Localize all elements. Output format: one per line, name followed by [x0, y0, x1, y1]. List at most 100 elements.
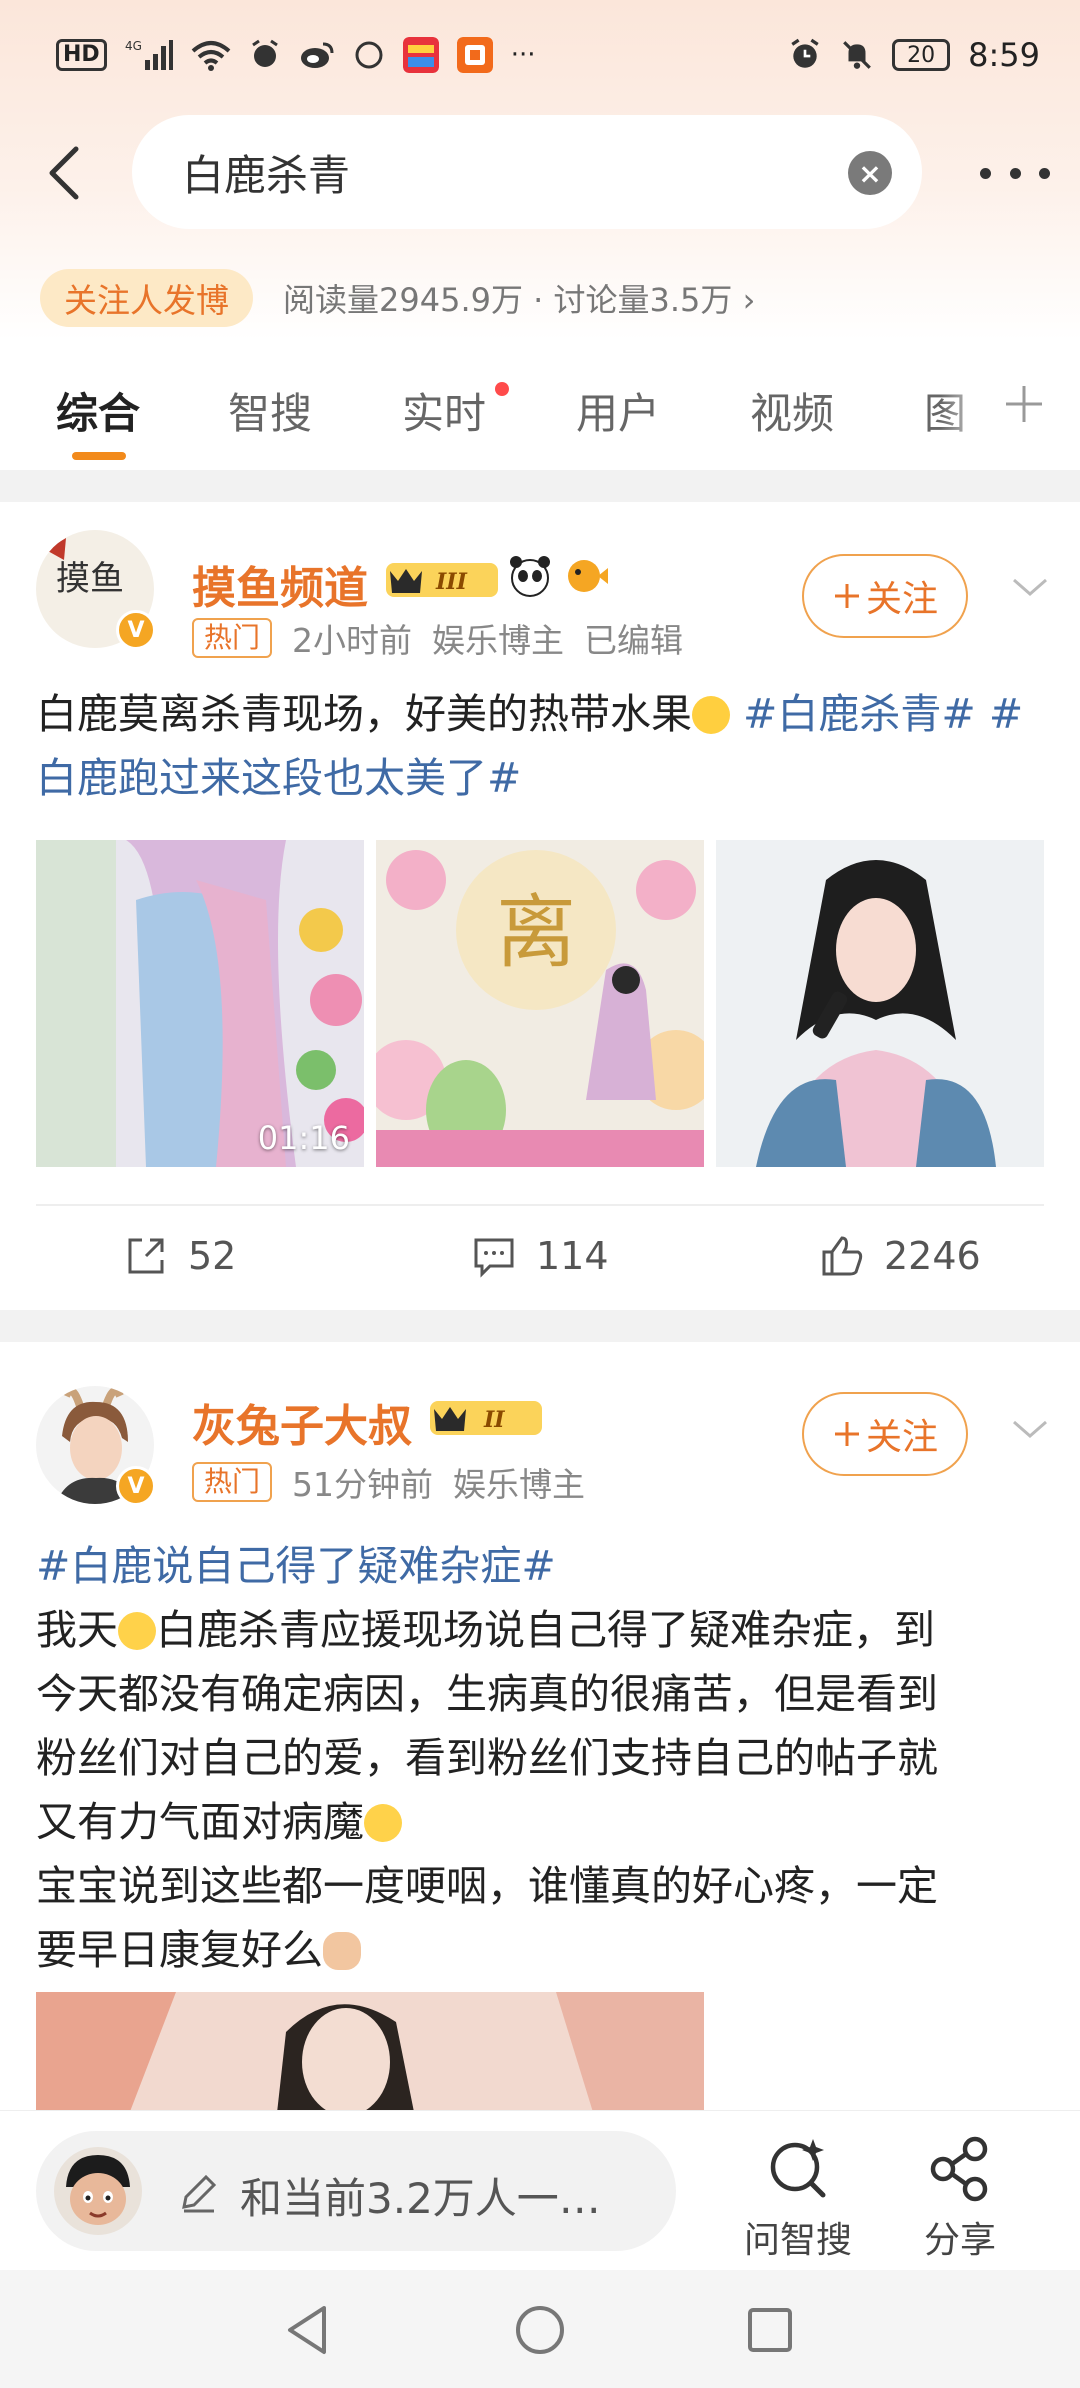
add-tab-icon[interactable] [1002, 382, 1046, 426]
home-circle-icon[interactable] [510, 2300, 570, 2360]
post-time: 2小时前 [292, 621, 413, 660]
alarm-icon [788, 35, 822, 75]
post-card[interactable]: 摸鱼 V 摸鱼频道 III 热门 2小时前 娱乐博主 已编辑 关注 白鹿莫离杀青… [0, 502, 1080, 1310]
hd-icon: HD [56, 39, 107, 71]
thumbs-up-icon [822, 1236, 863, 1276]
search-input[interactable]: 白鹿杀青 × [132, 115, 922, 229]
follow-button[interactable]: 关注 [802, 554, 968, 638]
svg-text:II: II [483, 1407, 505, 1433]
more-options-icon[interactable] [980, 155, 1050, 191]
vip-level-icon: II [428, 1398, 544, 1438]
post-image[interactable]: 离 [376, 840, 704, 1167]
author-role: 娱乐博主 [453, 1465, 586, 1504]
comment-input[interactable]: 和当前3.2万人一… [36, 2131, 676, 2251]
mute-icon [840, 35, 874, 75]
post-line: 我天 白鹿杀青应援现场说自己得了疑难杂症，到 [36, 1606, 935, 1654]
comment-button[interactable]: 114 [470, 1232, 609, 1280]
post-image[interactable] [36, 1992, 704, 2110]
recents-square-icon[interactable] [740, 2300, 800, 2360]
crying-emoji-icon [364, 1804, 402, 1842]
post-meta: 热门 2小时前 娱乐博主 已编辑 [192, 614, 683, 662]
back-triangle-icon[interactable] [278, 2300, 338, 2360]
post-card[interactable]: V 灰兔子大叔 II 热门 51分钟前 娱乐博主 关注 #白鹿说自己得了疑难杂症… [0, 1342, 1080, 2110]
alarm-icon [249, 35, 281, 75]
edited-label: 已编辑 [584, 621, 684, 660]
praying-hands-emoji-icon [323, 1932, 361, 1970]
clear-icon[interactable]: × [848, 151, 892, 195]
section-divider [0, 470, 1080, 502]
svg-text:摸鱼: 摸鱼 [56, 559, 124, 599]
more-dots-icon: ··· [510, 40, 536, 70]
search-query[interactable]: 白鹿杀青 [182, 142, 350, 203]
svg-text:4G: 4G [125, 39, 142, 53]
post-line: 今天都没有确定病因，生病真的很痛苦，但是看到 [36, 1670, 938, 1718]
tab-smart-search[interactable]: 智搜 [228, 380, 312, 441]
topic-stats[interactable]: 阅读量2945.9万 · 讨论量3.5万 › [283, 275, 755, 321]
post-image[interactable] [716, 840, 1044, 1167]
panda-emoji-icon [508, 554, 552, 608]
post-line: 宝宝说到这些都一度哽咽，谁懂真的好心疼，一定 [36, 1862, 938, 1910]
app-icon [402, 35, 439, 75]
share-nodes-icon [930, 2136, 988, 2202]
bottom-action-bar: 和当前3.2万人一… 问智搜 分享 [0, 2110, 1080, 2270]
section-divider [0, 1310, 1080, 1342]
chevron-down-icon[interactable] [1010, 1416, 1050, 1442]
tab-videos[interactable]: 视频 [750, 380, 834, 441]
circle-icon [353, 35, 385, 75]
back-arrow-icon[interactable] [40, 143, 90, 203]
username[interactable]: 摸鱼频道 [192, 552, 368, 616]
plus-icon [834, 584, 859, 608]
tab-comprehensive[interactable]: 综合 [56, 380, 140, 441]
divider [36, 1204, 1044, 1206]
app-icon-2 [456, 35, 493, 75]
vip-level-icon: III [384, 560, 500, 600]
clock: 8:59 [968, 36, 1040, 74]
tab-users[interactable]: 用户 [576, 380, 660, 441]
comment-icon [474, 1238, 514, 1278]
author-role: 娱乐博主 [432, 621, 565, 660]
notification-dot [495, 382, 509, 396]
post-video-thumbnail[interactable]: 01:16 [36, 840, 364, 1167]
crying-emoji-icon [118, 1612, 156, 1650]
ask-smart-search-button[interactable]: 问智搜 [728, 2121, 868, 2261]
hot-badge: 热门 [192, 618, 273, 658]
user-avatar[interactable] [54, 2147, 142, 2235]
wifi-icon [191, 35, 231, 75]
post-body: #白鹿说自己得了疑难杂症# 我天 白鹿杀青应援现场说自己得了疑难杂症，到 今天都没… [36, 1534, 1046, 1982]
hashtag-link[interactable]: #白鹿杀青# [743, 690, 976, 738]
weibo-icon [299, 35, 335, 75]
active-tab-indicator [72, 452, 126, 460]
username[interactable]: 灰兔子大叔 [192, 1390, 412, 1454]
video-duration: 01:16 [257, 1119, 350, 1157]
signal-icon: 4G [125, 35, 173, 75]
chevron-right-icon: › [742, 281, 756, 319]
post-line: 粉丝们对自己的爱，看到粉丝们支持自己的帖子就 [36, 1734, 938, 1782]
svg-text:III: III [435, 569, 468, 595]
smart-search-icon [770, 2139, 826, 2198]
share-icon [128, 1238, 164, 1274]
post-meta: 热门 51分钟前 娱乐博主 [192, 1458, 585, 1506]
pencil-icon [182, 2174, 217, 2213]
verified-badge-icon: V [116, 610, 156, 650]
plus-icon [834, 1422, 859, 1446]
battery-icon: 20 [892, 39, 951, 71]
repost-button[interactable]: 52 [122, 1232, 236, 1280]
tab-realtime[interactable]: 实时 [402, 380, 486, 441]
blowfish-emoji-icon [562, 554, 610, 602]
post-line: 又有力气面对病魔 [36, 1790, 1046, 1854]
verified-badge-icon: V [116, 1466, 156, 1506]
drool-emoji-icon [692, 696, 730, 734]
follow-post-button[interactable]: 关注人发博 [40, 269, 253, 327]
like-button[interactable]: 2246 [818, 1232, 981, 1280]
status-bar: HD 4G ··· 20 8:59 [0, 0, 1080, 110]
system-nav-bar [0, 2270, 1080, 2388]
chevron-down-icon[interactable] [1010, 574, 1050, 600]
hashtag-link[interactable]: #白鹿说自己得了疑难杂症# [36, 1534, 1046, 1598]
comment-placeholder: 和当前3.2万人一… [240, 2174, 601, 2223]
post-line: 要早日康复好么 [36, 1918, 1046, 1982]
follow-button[interactable]: 关注 [802, 1392, 968, 1476]
post-body: 白鹿莫离杀青现场，好美的热带水果 #白鹿杀青# #白鹿跑过来这段也太美了# [36, 690, 1024, 802]
share-button[interactable]: 分享 [890, 2121, 1030, 2261]
search-header: 白鹿杀青 × [0, 115, 1080, 235]
hot-badge: 热门 [192, 1462, 273, 1502]
